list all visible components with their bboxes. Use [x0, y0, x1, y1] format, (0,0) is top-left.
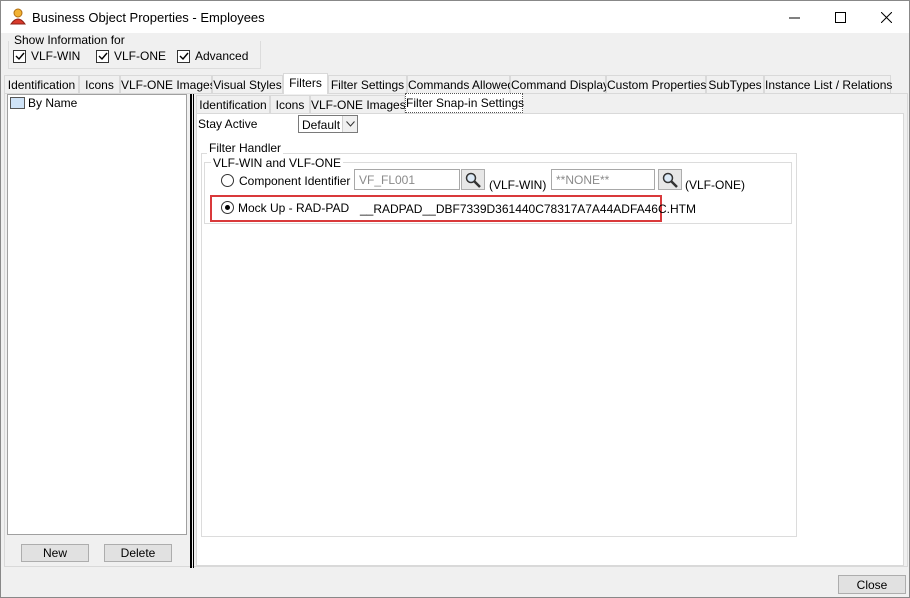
tab-vlf-one-images[interactable]: VLF-ONE Images [120, 75, 216, 93]
search-icon [662, 172, 678, 188]
delete-button[interactable]: Delete [104, 544, 172, 562]
advanced-checkbox[interactable]: Advanced [177, 49, 248, 63]
tab-instance-list-relations[interactable]: Instance List / Relations [764, 75, 892, 93]
subtab-identification[interactable]: Identification [196, 95, 270, 113]
tab-identification[interactable]: Identification [4, 75, 79, 93]
vlf-one-label: VLF-ONE [114, 49, 167, 63]
vlf-win-search-button[interactable] [461, 169, 485, 190]
tab-command-display[interactable]: Command Display [510, 75, 609, 93]
filter-handler-label: Filter Handler [207, 141, 284, 155]
splitter-line [193, 94, 194, 568]
vlf-win-label: VLF-WIN [31, 49, 81, 63]
title-bar: Business Object Properties - Employees [1, 1, 909, 33]
window-title: Business Object Properties - Employees [32, 10, 265, 25]
component-identifier-radio[interactable] [221, 174, 234, 187]
splitter[interactable] [190, 94, 192, 568]
subtab-filter-snap-in-settings[interactable]: Filter Snap-in Settings [405, 93, 524, 113]
tab-commands-allowed[interactable]: Commands Allowed [407, 75, 514, 93]
vlf-one-suffix: (VLF-ONE) [685, 178, 745, 192]
subtab-vlf-one-images[interactable]: VLF-ONE Images [310, 95, 406, 113]
mock-up-label: Mock Up - RAD-PAD [238, 201, 350, 215]
mock-up-radio[interactable] [221, 201, 234, 214]
stay-active-label: Stay Active [198, 117, 258, 131]
checkmark-icon [13, 49, 26, 63]
checkmark-icon [177, 49, 190, 63]
vlf-one-search-button[interactable] [658, 169, 682, 190]
minimize-icon [788, 17, 800, 18]
show-info-label: Show Information for [13, 33, 126, 47]
vlf-win-checkbox[interactable]: VLF-WIN [13, 49, 80, 63]
filter-list[interactable]: By Name [7, 94, 187, 535]
minimize-button[interactable] [771, 1, 817, 33]
mock-up-filename: __RADPAD__DBF7339D361440C78317A7A44ADFA4… [360, 202, 696, 216]
tab-filters[interactable]: Filters [283, 73, 328, 94]
filter-list-icon [10, 97, 25, 109]
stay-active-value: Default [302, 118, 341, 132]
close-icon [880, 11, 892, 23]
tab-filter-settings[interactable]: Filter Settings [328, 75, 407, 93]
person-icon [10, 8, 26, 25]
tab-custom-properties[interactable]: Custom Properties [606, 75, 706, 93]
close-button[interactable]: Close [838, 575, 906, 594]
tab-visual-styles[interactable]: Visual Styles [212, 75, 283, 93]
chevron-down-icon [342, 116, 357, 132]
vlf-win-component-field[interactable]: VF_FL001 [354, 169, 460, 190]
component-identifier-label: Component Identifier [239, 174, 351, 188]
search-icon [465, 172, 481, 188]
close-window-button[interactable] [863, 1, 909, 33]
subtab-icons[interactable]: Icons [270, 95, 310, 113]
new-button[interactable]: New [21, 544, 89, 562]
tab-subtypes[interactable]: SubTypes [706, 75, 764, 93]
maximize-button[interactable] [817, 1, 863, 33]
vlf-one-component-field[interactable]: **NONE** [551, 169, 655, 190]
vlf-group-label: VLF-WIN and VLF-ONE [211, 156, 344, 170]
stay-active-select[interactable]: Default [298, 115, 358, 133]
properties-window: Business Object Properties - Employees S… [0, 0, 910, 598]
advanced-label: Advanced [195, 49, 249, 63]
maximize-icon [834, 11, 846, 23]
tab-icons[interactable]: Icons [79, 75, 120, 93]
vlf-win-suffix: (VLF-WIN) [489, 178, 547, 192]
list-item-label: By Name [28, 96, 78, 110]
vlf-one-checkbox[interactable]: VLF-ONE [96, 49, 166, 63]
list-item[interactable]: By Name [10, 96, 77, 110]
checkmark-icon [96, 49, 109, 63]
